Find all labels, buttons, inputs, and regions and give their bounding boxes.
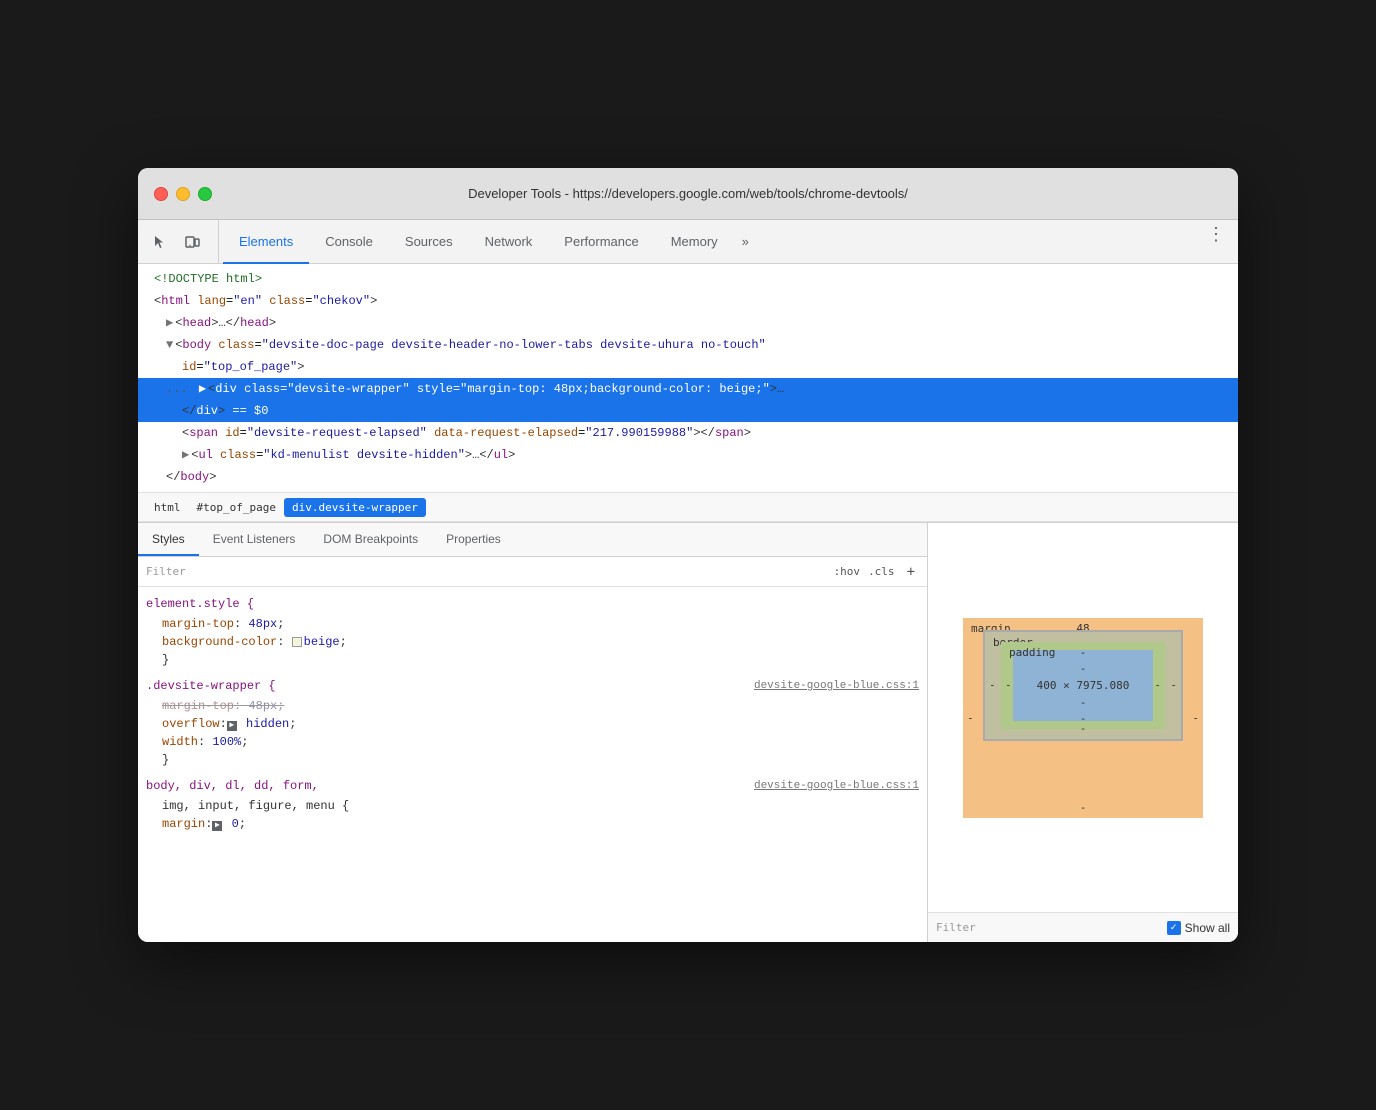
filter-label: Filter bbox=[146, 565, 834, 578]
tab-elements[interactable]: Elements bbox=[223, 221, 309, 264]
breadcrumb-top-of-page[interactable]: #top_of_page bbox=[189, 498, 284, 517]
show-all-checkbox[interactable]: ✓ bbox=[1167, 921, 1181, 935]
bm-border-left[interactable]: - bbox=[989, 679, 996, 692]
tab-memory[interactable]: Memory bbox=[655, 221, 734, 264]
tab-performance[interactable]: Performance bbox=[548, 221, 654, 264]
bm-content-dash: - bbox=[1080, 696, 1087, 709]
dom-line-ul[interactable]: ▶<ul class="kd-menulist devsite-hidden">… bbox=[138, 444, 1238, 466]
cursor-icon[interactable] bbox=[146, 228, 174, 256]
devtools-menu-button[interactable]: ⋮ bbox=[1202, 220, 1230, 248]
bm-border-right[interactable]: - bbox=[1170, 679, 1177, 692]
filter-hov[interactable]: :hov bbox=[834, 565, 861, 578]
css-rule-close-2: } bbox=[146, 751, 919, 769]
css-selector-body-div: body, div, dl, dd, form, devsite-google-… bbox=[146, 777, 919, 795]
dom-line-body[interactable]: ▼<body class="devsite-doc-page devsite-h… bbox=[138, 334, 1238, 356]
tab-sources[interactable]: Sources bbox=[389, 221, 469, 264]
devtools-window: Developer Tools - https://developers.goo… bbox=[138, 168, 1238, 942]
dom-line-body-id: id="top_of_page"> bbox=[138, 356, 1238, 378]
devtools-toolbar: Elements Console Sources Network Perform… bbox=[138, 220, 1238, 264]
box-model-container: margin 48 - - border - - - bbox=[928, 523, 1238, 912]
dom-line-head[interactable]: ▶<head>…</head> bbox=[138, 312, 1238, 334]
computed-filter-bar: Filter ✓ Show all bbox=[928, 912, 1238, 942]
minimize-button[interactable] bbox=[176, 187, 190, 201]
filter-bar: Filter :hov .cls + bbox=[138, 557, 927, 587]
css-prop-margin[interactable]: margin:▶ 0; bbox=[146, 815, 919, 833]
bm-content-padding-label: - bbox=[1080, 662, 1087, 675]
css-selector-element-style: element.style { bbox=[146, 595, 919, 613]
sub-tab-dom-breakpoints[interactable]: DOM Breakpoints bbox=[309, 523, 432, 556]
lower-panel: Styles Event Listeners DOM Breakpoints P… bbox=[138, 522, 1238, 942]
devtools-tabs: Elements Console Sources Network Perform… bbox=[223, 220, 1202, 263]
box-model-panel: margin 48 - - border - - - bbox=[928, 523, 1238, 942]
dom-line-doctype: <!DOCTYPE html> bbox=[138, 268, 1238, 290]
dom-line-div-wrapper[interactable]: ... ▶<div class="devsite-wrapper" style=… bbox=[138, 378, 1238, 400]
source-link-devsite-wrapper[interactable]: devsite-google-blue.css:1 bbox=[754, 677, 919, 695]
bm-margin-right[interactable]: - bbox=[1192, 711, 1199, 724]
bm-margin-left[interactable]: - bbox=[967, 711, 974, 724]
bm-border-bottom[interactable]: - bbox=[1080, 722, 1087, 735]
traffic-lights bbox=[154, 187, 212, 201]
bm-padding-left[interactable]: - bbox=[1005, 679, 1012, 692]
tab-console[interactable]: Console bbox=[309, 221, 389, 264]
breadcrumb-div-wrapper[interactable]: div.devsite-wrapper bbox=[284, 498, 426, 517]
css-selector-img-line: img, input, figure, menu { bbox=[146, 797, 919, 815]
filter-add-button[interactable]: + bbox=[903, 564, 919, 580]
computed-filter-input[interactable]: Filter bbox=[936, 921, 1159, 934]
sub-tabs: Styles Event Listeners DOM Breakpoints P… bbox=[138, 523, 927, 557]
close-button[interactable] bbox=[154, 187, 168, 201]
css-prop-bg-color[interactable]: background-color: beige; bbox=[146, 633, 919, 651]
bm-padding-right[interactable]: - bbox=[1154, 679, 1161, 692]
window-title: Developer Tools - https://developers.goo… bbox=[468, 186, 908, 201]
toolbar-icons bbox=[146, 220, 219, 263]
titlebar: Developer Tools - https://developers.goo… bbox=[138, 168, 1238, 220]
css-selector-devsite-wrapper: .devsite-wrapper { devsite-google-blue.c… bbox=[146, 677, 919, 695]
maximize-button[interactable] bbox=[198, 187, 212, 201]
more-tabs-button[interactable]: » bbox=[734, 220, 757, 263]
color-swatch-beige bbox=[292, 637, 302, 647]
bm-padding-label: padding bbox=[1009, 646, 1055, 659]
breadcrumb-bar: html #top_of_page div.devsite-wrapper bbox=[138, 492, 1238, 522]
breadcrumb-html[interactable]: html bbox=[146, 498, 189, 517]
filter-tags: :hov .cls + bbox=[834, 564, 919, 580]
bm-padding: padding - - - - 400 × 7975.080 - bbox=[1001, 642, 1165, 729]
device-toolbar-icon[interactable] bbox=[178, 228, 206, 256]
sub-tab-properties[interactable]: Properties bbox=[432, 523, 515, 556]
styles-panel: Styles Event Listeners DOM Breakpoints P… bbox=[138, 523, 928, 942]
bm-border: border - - - padding - - - bbox=[983, 630, 1183, 741]
bm-margin: margin 48 - - border - - - bbox=[963, 618, 1203, 818]
css-rule-devsite-wrapper: .devsite-wrapper { devsite-google-blue.c… bbox=[138, 673, 927, 773]
bm-padding-top[interactable]: - bbox=[1080, 646, 1087, 659]
css-rule-close-1: } bbox=[146, 651, 919, 669]
devtools-content: <!DOCTYPE html> <html lang="en" class="c… bbox=[138, 264, 1238, 942]
dom-line-body-close: </body> bbox=[138, 466, 1238, 488]
css-prop-margin-top[interactable]: margin-top: 48px; bbox=[146, 615, 919, 633]
css-rule-element-style: element.style { margin-top: 48px; backgr… bbox=[138, 591, 927, 673]
filter-cls[interactable]: .cls bbox=[868, 565, 895, 578]
show-all-label: ✓ Show all bbox=[1167, 921, 1230, 935]
overflow-arrow-icon[interactable]: ▶ bbox=[227, 721, 237, 731]
source-link-body-div[interactable]: devsite-google-blue.css:1 bbox=[754, 777, 919, 795]
css-content: element.style { margin-top: 48px; backgr… bbox=[138, 587, 927, 942]
css-rule-body-div: body, div, dl, dd, form, devsite-google-… bbox=[138, 773, 927, 837]
css-prop-width[interactable]: width: 100%; bbox=[146, 733, 919, 751]
box-model: margin 48 - - border - - - bbox=[963, 618, 1203, 818]
dom-line-html[interactable]: <html lang="en" class="chekov"> bbox=[138, 290, 1238, 312]
bm-dimensions[interactable]: 400 × 7975.080 bbox=[1037, 679, 1130, 692]
dom-tree: <!DOCTYPE html> <html lang="en" class="c… bbox=[138, 264, 1238, 492]
css-prop-margin-top-strikethrough[interactable]: margin-top: 48px; bbox=[146, 697, 919, 715]
dom-line-span[interactable]: <span id="devsite-request-elapsed" data-… bbox=[138, 422, 1238, 444]
css-prop-overflow[interactable]: overflow:▶ hidden; bbox=[146, 715, 919, 733]
sub-tab-event-listeners[interactable]: Event Listeners bbox=[199, 523, 310, 556]
dom-line-div-close: </div> == $0 bbox=[138, 400, 1238, 422]
sub-tab-styles[interactable]: Styles bbox=[138, 523, 199, 556]
bm-margin-bottom[interactable]: - bbox=[1080, 801, 1087, 814]
tab-network[interactable]: Network bbox=[469, 221, 549, 264]
margin-arrow-icon[interactable]: ▶ bbox=[212, 821, 222, 831]
bm-content: - 400 × 7975.080 - bbox=[1013, 650, 1153, 721]
